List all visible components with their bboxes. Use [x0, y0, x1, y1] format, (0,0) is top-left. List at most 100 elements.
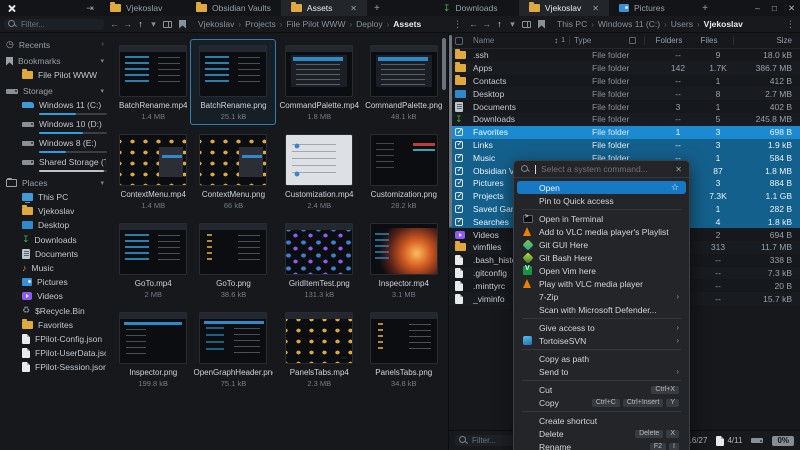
sidebar-item-music[interactable]: ♪Music — [0, 261, 110, 275]
breadcrumb-projects[interactable]: Projects — [245, 19, 276, 29]
row-checkbox[interactable] — [455, 205, 463, 213]
back-button[interactable]: ← — [467, 19, 480, 29]
tab-vjekoslav[interactable]: Vjekoslav — [100, 0, 186, 16]
sidebar-item-shared-storage-t[interactable]: Shared Storage (T:) — [0, 155, 110, 174]
breadcrumb-assets[interactable]: Assets — [393, 19, 421, 29]
column-header-name[interactable]: Name↕1 — [473, 36, 565, 45]
row-checkbox[interactable] — [455, 154, 463, 162]
breadcrumb-deploy[interactable]: Deploy — [356, 19, 382, 29]
sidebar-item-fpilot-config-json[interactable]: FPilot-Config.json — [0, 332, 110, 346]
tab-downloads[interactable]: ↧Downloads — [433, 0, 519, 16]
chevron-icon[interactable]: ▾ — [100, 87, 104, 95]
new-tab-button[interactable]: + — [367, 0, 387, 16]
sidebar-section-header-recents[interactable]: ◷Recents› — [0, 37, 110, 52]
grid-item-batchrename-mp4[interactable]: BatchRename.mp41.4 MB — [116, 39, 190, 125]
sidebar-item-favorites[interactable]: Favorites — [0, 318, 110, 332]
split-view-icon[interactable] — [522, 21, 531, 28]
bookmark-icon[interactable] — [179, 20, 186, 29]
grid-item-goto-mp4[interactable]: GoTo.mp42 MB — [116, 217, 190, 303]
grid-item-batchrename-png[interactable]: BatchRename.png25.1 kB — [190, 39, 276, 125]
pane-menu-icon[interactable]: ⋮ — [448, 19, 467, 30]
sidebar-section-header-bookmarks[interactable]: Bookmarks▾ — [0, 54, 110, 68]
grid-item-customization-mp4[interactable]: Customization.mp42.4 MB — [276, 128, 362, 214]
sidebar-item-documents[interactable]: Documents — [0, 247, 110, 261]
sidebar-filter-input[interactable] — [21, 20, 100, 29]
grid-item-commandpalette-png[interactable]: CommandPalette.png48.1 kB — [362, 39, 445, 125]
sidebar-item-this-pc[interactable]: This PC — [0, 190, 110, 204]
tab-assets[interactable]: Assets✕ — [281, 0, 367, 16]
menu-item-play-with-vlc-media-player[interactable]: Play with VLC media player — [517, 277, 686, 290]
table-row-downloads[interactable]: ↧DownloadsFile folder--5245.8 MB — [449, 113, 800, 126]
table-row-ssh[interactable]: .sshFile folder--918.0 kB — [449, 49, 800, 62]
row-checkbox[interactable] — [455, 218, 463, 226]
menu-item-delete[interactable]: DeleteDeleteX — [517, 427, 686, 440]
table-row-links[interactable]: LinksFile folder--31.9 kB — [449, 139, 800, 152]
table-row-favorites[interactable]: FavoritesFile folder13698 B — [449, 126, 800, 139]
column-header-folders[interactable]: Folders — [649, 36, 689, 45]
menu-item-cut[interactable]: CutCtrl+X — [517, 383, 686, 396]
maximize-button[interactable]: □ — [766, 0, 783, 16]
grid-item-contextmenu-png[interactable]: ContextMenu.png66 kB — [190, 128, 276, 214]
grid-scrollbar[interactable] — [442, 38, 446, 90]
column-header-files[interactable]: Files — [689, 36, 729, 45]
sidebar-section-header-storage[interactable]: Storage▾ — [0, 84, 110, 98]
table-row-contacts[interactable]: ContactsFile folder--1412 B — [449, 75, 800, 88]
chevron-icon[interactable]: ▾ — [100, 57, 104, 65]
grid-item-panelstabs-mp4[interactable]: PanelsTabs.mp42.3 MB — [276, 306, 362, 392]
row-checkbox[interactable] — [455, 167, 463, 175]
chevron-icon[interactable]: › — [102, 41, 104, 48]
sort-icon[interactable]: ↕ — [554, 36, 558, 45]
favorite-star-icon[interactable]: ☆ — [671, 182, 679, 193]
table-row-documents[interactable]: DocumentsFile folder31402 B — [449, 100, 800, 113]
pane-options-icon[interactable]: ⋮ — [781, 19, 800, 30]
history-dropdown-icon[interactable]: ▾ — [147, 19, 160, 30]
tab-pictures[interactable]: Pictures — [609, 0, 695, 16]
command-search[interactable]: Select a system command... ✕ — [514, 161, 689, 178]
up-button[interactable]: ↑ — [134, 19, 147, 29]
grid-item-commandpalette-mp4[interactable]: CommandPalette.mp41.8 MB — [276, 39, 362, 125]
minimize-button[interactable]: – — [749, 0, 766, 16]
menu-item-send-to[interactable]: Send to› — [517, 365, 686, 378]
menu-item-create-shortcut[interactable]: Create shortcut — [517, 414, 686, 427]
menu-item-open-in-terminal[interactable]: Open in Terminal — [517, 212, 686, 225]
grid-item-griditemtest-png[interactable]: GridItemTest.png131.3 kB — [276, 217, 362, 303]
breadcrumb-vjekoslav[interactable]: Vjekoslav — [704, 19, 743, 29]
up-button[interactable]: ↑ — [493, 19, 506, 29]
sidebar-item-desktop[interactable]: Desktop — [0, 218, 110, 232]
menu-item-copy[interactable]: CopyCtrl+CCtrl+InsertY — [517, 396, 686, 409]
tab-vjekoslav[interactable]: Vjekoslav✕ — [519, 0, 609, 16]
menu-item-tortoisesvn[interactable]: TortoiseSVN› — [517, 334, 686, 347]
sidebar-item-videos[interactable]: Videos — [0, 289, 110, 303]
grid-item-inspector-png[interactable]: Inspector.png199.8 kB — [116, 306, 190, 392]
grid-item-inspector-mp4[interactable]: Inspector.mp43.1 MB — [362, 217, 445, 303]
breadcrumb-users[interactable]: Users — [671, 19, 693, 29]
column-header-type[interactable]: Type — [574, 36, 640, 45]
chevron-icon[interactable]: ▾ — [100, 179, 104, 187]
bookmark-icon[interactable] — [538, 20, 545, 29]
sidebar-item-windows-10-d[interactable]: Windows 10 (D:) — [0, 117, 110, 136]
sidebar-toggle-icon[interactable]: ⇥ — [80, 0, 100, 16]
menu-item-open[interactable]: Open☆ — [517, 181, 686, 194]
sidebar-item-recycle-bin[interactable]: ♻$Recycle.Bin — [0, 303, 110, 318]
table-row-apps[interactable]: AppsFile folder1421.7K386.7 MB — [449, 62, 800, 75]
sidebar-item-file-pilot-www[interactable]: File Pilot WWW — [0, 68, 110, 82]
menu-item-git-gui-here[interactable]: Git GUI Here — [517, 238, 686, 251]
menu-item-open-vim-here[interactable]: Open Vim here — [517, 264, 686, 277]
split-view-icon[interactable] — [163, 21, 172, 28]
grid-item-customization-png[interactable]: Customization.png28.2 kB — [362, 128, 445, 214]
menu-item-add-to-vlc-media-player-s-playlist[interactable]: Add to VLC media player's Playlist — [517, 225, 686, 238]
menu-item-7-zip[interactable]: 7-Zip› — [517, 290, 686, 303]
sidebar-item-windows-8-e[interactable]: Windows 8 (E:) — [0, 136, 110, 155]
table-row-desktop[interactable]: DesktopFile folder--82.7 MB — [449, 87, 800, 100]
row-checkbox[interactable] — [455, 128, 463, 136]
close-button[interactable]: ✕ — [783, 0, 800, 16]
select-all-checkbox[interactable] — [455, 37, 463, 45]
menu-item-scan-with-microsoft-defender[interactable]: Scan with Microsoft Defender... — [517, 303, 686, 316]
grid-item-opengraphheader-png[interactable]: OpenGraphHeader.png75.1 kB — [190, 306, 276, 392]
menu-item-give-access-to[interactable]: Give access to› — [517, 321, 686, 334]
menu-item-pin-to-quick-access[interactable]: Pin to Quick access — [517, 194, 686, 207]
menu-item-git-bash-here[interactable]: Git Bash Here — [517, 251, 686, 264]
grid-item-goto-png[interactable]: GoTo.png38.6 kB — [190, 217, 276, 303]
menu-item-copy-as-path[interactable]: Copy as path — [517, 352, 686, 365]
sidebar-item-pictures[interactable]: Pictures — [0, 275, 110, 289]
